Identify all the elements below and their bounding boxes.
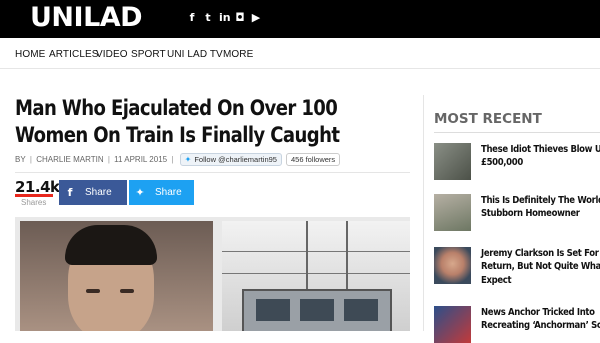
youtube-icon[interactable]: ▶	[251, 11, 261, 24]
facebook-icon[interactable]: f	[187, 11, 197, 24]
nav-item-unilad-tv[interactable]: UNI LAD TV	[167, 49, 223, 60]
linkedin-icon[interactable]: in	[219, 11, 231, 24]
story-title-line: Return, But Not Quite What You	[481, 261, 600, 273]
social-links: f t in ◘ ▶	[187, 11, 261, 24]
train-window	[256, 299, 290, 321]
overhead-wire	[222, 273, 410, 274]
facebook-share-button[interactable]: f Share	[59, 180, 127, 205]
byline-separator: |	[27, 155, 35, 164]
twitter-share-label: Share	[155, 187, 182, 198]
twitter-share-button[interactable]: ✦ Share	[129, 180, 194, 205]
twitter-icon[interactable]: t	[203, 11, 213, 24]
story-title[interactable]: Jeremy Clarkson Is Set For A TV Return, …	[481, 247, 600, 287]
nav-item-video[interactable]: VIDEO	[96, 49, 128, 60]
eye-shape	[120, 289, 134, 293]
site-logo[interactable]: UNILAD	[30, 2, 143, 33]
top-bar: UNILAD f t in ◘ ▶	[0, 0, 600, 38]
story-title[interactable]: This Is Definitely The World’s M Stubbor…	[481, 194, 600, 221]
byline-divider	[15, 172, 410, 173]
followers-count: 456 followers	[285, 153, 341, 166]
story-title-line: Jeremy Clarkson Is Set For A TV	[481, 248, 600, 259]
article-headline: Man Who Ejaculated On Over 100 Women On …	[15, 96, 340, 147]
most-recent-title: MOST RECENT	[434, 111, 542, 127]
facebook-share-label: Share	[85, 187, 112, 198]
train-shape	[242, 289, 392, 331]
twitter-bird-icon: ✦	[135, 186, 145, 199]
story-title-line: Expect	[481, 274, 512, 286]
twitter-bird-icon: ✦	[184, 155, 192, 164]
mugshot-photo	[20, 221, 213, 331]
story-title[interactable]: These Idiot Thieves Blow Up £500,000	[481, 143, 600, 170]
story-title-line: These Idiot Thieves Blow Up	[481, 144, 600, 155]
twitter-follow-button[interactable]: ✦ Follow @charliemartin95	[179, 153, 282, 166]
story-title-line: News Anchor Tricked Into	[481, 307, 595, 318]
story-title-line: £500,000	[481, 157, 523, 169]
byline-separator: |	[105, 155, 113, 164]
eye-shape	[86, 289, 100, 293]
share-count-underline	[15, 194, 53, 197]
follow-label: Follow @charliemartin95	[194, 155, 277, 164]
shares-label: Shares	[21, 198, 47, 207]
story-title-line: This Is Definitely The World’s M	[481, 195, 600, 206]
column-divider	[423, 95, 424, 331]
author-name[interactable]: CHARLIE MARTIN	[36, 155, 103, 164]
story-thumbnail[interactable]	[434, 306, 471, 343]
nav-item-home[interactable]: HOME	[15, 49, 45, 60]
facebook-icon: f	[67, 186, 73, 199]
article-image	[15, 217, 410, 331]
instagram-icon[interactable]: ◘	[235, 11, 245, 24]
story-title-line: Stubborn Homeowner	[481, 208, 580, 220]
train-window	[300, 299, 334, 321]
sidebar-divider	[434, 132, 600, 133]
main-nav: HOME ARTICLES VIDEO SPORT UNI LAD TV MOR…	[0, 38, 600, 69]
by-label: BY	[15, 155, 26, 164]
nav-item-articles[interactable]: ARTICLES	[49, 49, 99, 60]
nav-item-more[interactable]: MORE	[223, 49, 253, 60]
byline-separator: |	[169, 155, 176, 164]
story-title[interactable]: News Anchor Tricked Into Recreating ‘Anc…	[481, 306, 600, 333]
nav-item-sport[interactable]: SPORT	[131, 49, 166, 60]
hair-shape	[65, 225, 157, 265]
byline: BY | CHARLIE MARTIN | 11 APRIL 2015 | ✦ …	[15, 153, 341, 166]
publish-date: 11 APRIL 2015	[114, 155, 168, 164]
story-thumbnail[interactable]	[434, 247, 471, 284]
overhead-wire	[222, 251, 410, 252]
train-photo	[222, 221, 410, 331]
train-window	[344, 299, 378, 321]
story-thumbnail[interactable]	[434, 143, 471, 180]
story-thumbnail[interactable]	[434, 194, 471, 231]
